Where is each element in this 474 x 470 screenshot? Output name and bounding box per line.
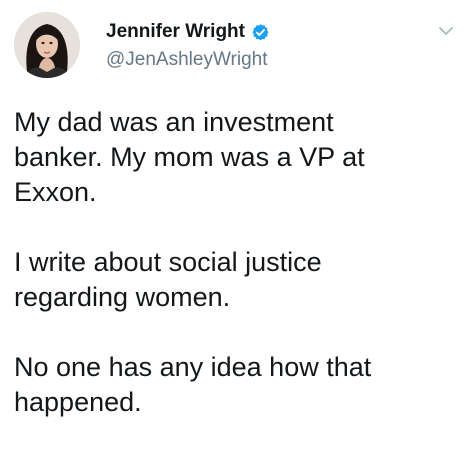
tweet-card: Jennifer Wright @JenAshleyWright My dad … — [0, 0, 474, 470]
tweet-line: banker. My mom was a VP at — [14, 142, 365, 172]
author-name-row[interactable]: Jennifer Wright — [106, 21, 270, 43]
tweet-paragraph: No one has any idea how that happened. — [14, 350, 454, 420]
avatar[interactable] — [14, 12, 80, 78]
chevron-down-icon[interactable] — [437, 24, 455, 38]
author-display-name[interactable]: Jennifer Wright — [106, 21, 245, 43]
tweet-text: My dad was an investment banker. My mom … — [14, 105, 454, 420]
tweet-paragraph: My dad was an investment banker. My mom … — [14, 105, 454, 210]
tweet-line: happened. — [14, 387, 142, 417]
tweet-line: No one has any idea how that — [14, 352, 372, 382]
tweet-line: regarding women. — [14, 282, 231, 312]
tweet-paragraph: I write about social justice regarding w… — [14, 245, 454, 315]
verified-badge-icon — [251, 23, 270, 42]
tweet-line: Exxon. — [14, 177, 97, 207]
avatar-image — [14, 12, 80, 78]
tweet-line: I write about social justice — [14, 247, 322, 277]
author-handle[interactable]: @JenAshleyWright — [106, 49, 268, 71]
tweet-line: My dad was an investment — [14, 107, 334, 137]
